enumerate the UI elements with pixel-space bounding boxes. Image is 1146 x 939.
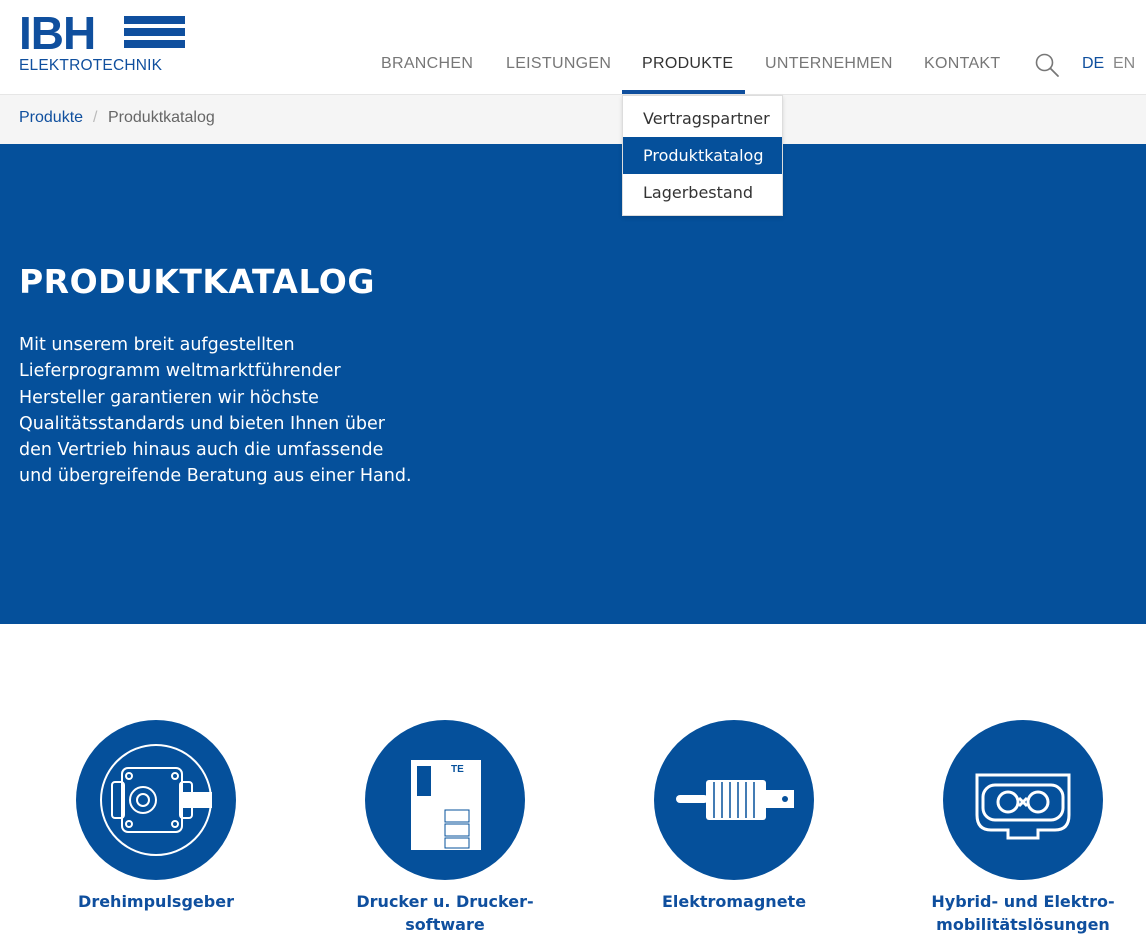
breadcrumb-current: Produktkatalog [108,109,215,126]
lang-en[interactable]: EN [1113,54,1135,74]
menu-item-produktkatalog[interactable]: Produktkatalog [623,137,782,174]
connector-icon [943,720,1103,880]
lang-de[interactable]: DE [1082,54,1104,74]
electromagnet-icon [654,720,814,880]
menu-item-vertragspartner[interactable]: Vertragspartner [623,100,782,137]
site-header: IBH ELEKTROTECHNIK BRANCHEN LEISTUNGEN P… [0,0,1146,95]
rotary-encoder-icon [76,720,236,880]
nav-item-kontakt[interactable]: KONTAKT [924,54,1000,94]
product-label: Elektromagnete [661,892,807,911]
nav-item-unternehmen[interactable]: UNTERNEHMEN [765,54,893,94]
product-tile-drehimpulsgeber[interactable]: Drehimpulsgeber [56,720,256,913]
hero-banner: PRODUKTKATALOG Mit unserem breit aufgest… [0,144,1146,624]
logo-wordmark: IBH [19,7,96,59]
hero-description: Mit unserem breit aufgestellten Lieferpr… [19,335,412,487]
nav-active-indicator [622,90,745,94]
nav-item-produkte[interactable]: PRODUKTE [642,54,733,94]
printer-icon-brand: TE [451,764,464,775]
product-label: Hybrid- und Elektro-mobilitätslösungen [931,892,1115,934]
nav-item-leistungen[interactable]: LEISTUNGEN [506,54,611,94]
product-tile-elektromagnete[interactable]: Elektromagnete [634,720,834,913]
breadcrumb-separator: / [93,109,98,126]
product-label: Drucker u. Drucker-software [356,892,534,934]
logo-bars [124,16,185,56]
product-label: Drehimpulsgeber [78,892,234,911]
page-title: PRODUKTKATALOG [19,262,375,301]
logo-subtitle: ELEKTROTECHNIK [19,57,163,74]
breadcrumb: Produkte / Produktkatalog [0,95,1146,144]
nav-item-branchen[interactable]: BRANCHEN [381,54,473,94]
breadcrumb-produkte[interactable]: Produkte [19,109,83,127]
product-tile-drucker[interactable]: TE Drucker u. Drucker-software [345,720,545,936]
product-tile-hybrid-elektromobilitaet[interactable]: Hybrid- und Elektro-mobilitätslösungen [923,720,1123,936]
menu-item-lagerbestand[interactable]: Lagerbestand [623,174,782,211]
produkte-dropdown-menu: Vertragspartner Produktkatalog Lagerbest… [622,95,783,216]
logo[interactable]: IBH ELEKTROTECHNIK [19,10,189,76]
printer-icon: TE [365,720,525,880]
search-icon[interactable] [1034,52,1060,78]
